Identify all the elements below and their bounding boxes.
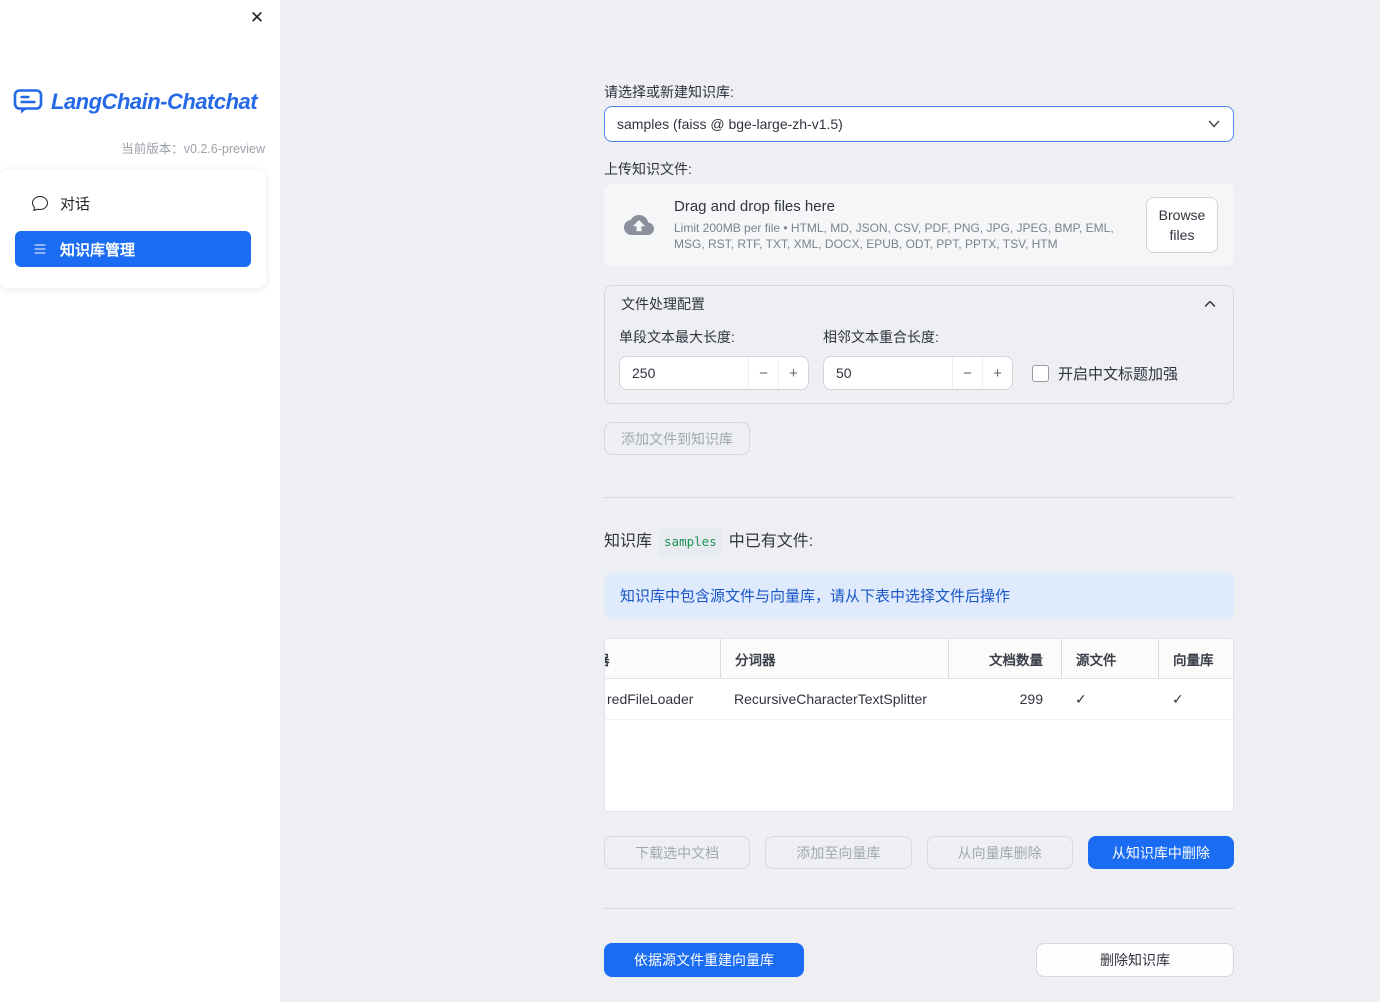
- main-content: 请选择或新建知识库: samples (faiss @ bge-large-zh…: [280, 0, 1380, 1002]
- uploader-limit-text: Limit 200MB per file • HTML, MD, JSON, C…: [674, 220, 1114, 251]
- sidebar-item-label: 知识库管理: [60, 241, 136, 259]
- uploader-title: Drag and drop files here: [674, 197, 835, 215]
- zh-title-enhance-checkbox[interactable]: 开启中文标题加强: [1032, 363, 1178, 384]
- divider: [604, 497, 1234, 498]
- sidebar: ✕ LangChain-Chatchat 当前版本：v0.2.6-preview…: [0, 0, 280, 1002]
- files-heading: 知识库 samples 中已有文件:: [604, 527, 1234, 557]
- add-files-button[interactable]: 添加文件到知识库: [604, 422, 750, 455]
- expander-title: 文件处理配置: [621, 296, 705, 312]
- checkbox-label: 开启中文标题加强: [1058, 365, 1179, 383]
- table-row[interactable]: redFileLoader RecursiveCharacterTextSpli…: [605, 679, 1233, 720]
- file-uploader-dropzone[interactable]: Drag and drop files here Limit 200MB per…: [604, 184, 1234, 266]
- overlap-minus-button[interactable]: −: [952, 357, 982, 389]
- kb-selectbox[interactable]: samples (faiss @ bge-large-zh-v1.5): [604, 106, 1234, 142]
- delete-from-vector-button[interactable]: 从向量库删除: [926, 836, 1073, 869]
- expander-body: 单段文本最大长度: 相邻文本重合长度: 250 − + 50 − + 开启中文标…: [605, 327, 1233, 403]
- cell-vector-check: ✓: [1172, 690, 1184, 707]
- table-header-row: 器 分词器 文档数量 源文件 向量库: [605, 639, 1233, 679]
- chunk-plus-button[interactable]: +: [778, 357, 808, 389]
- app-logo-text: LangChain-Chatchat: [51, 88, 258, 114]
- chevron-up-icon: [1203, 298, 1217, 310]
- rebuild-vector-store-button[interactable]: 依据源文件重建向量库: [604, 943, 804, 977]
- uploader-texts: Drag and drop files here Limit 200MB per…: [674, 198, 1132, 252]
- chunk-size-label: 单段文本最大长度:: [619, 329, 735, 345]
- column-header-splitter[interactable]: 分词器: [720, 639, 948, 678]
- chunk-minus-button[interactable]: −: [748, 357, 778, 389]
- divider: [604, 908, 1234, 909]
- file-config-expander: 文件处理配置 单段文本最大长度: 相邻文本重合长度: 250 − + 50 − …: [604, 285, 1234, 404]
- chunk-size-value[interactable]: 250: [620, 357, 748, 389]
- files-table[interactable]: 器 分词器 文档数量 源文件 向量库 redFileLoader Recursi…: [604, 638, 1234, 812]
- cell-source-check: ✓: [1075, 690, 1087, 707]
- close-icon: ✕: [249, 8, 265, 27]
- expander-header[interactable]: 文件处理配置: [605, 286, 1233, 322]
- info-banner: 知识库中包含源文件与向量库，请从下表中选择文件后操作: [604, 572, 1234, 619]
- sidebar-item-label: 对话: [60, 195, 91, 213]
- kb-select-label: 请选择或新建知识库:: [604, 84, 734, 100]
- file-actions-row: 下载选中文档 添加至向量库 从向量库删除 从知识库中删除: [604, 836, 1234, 869]
- download-selected-button[interactable]: 下载选中文档: [604, 836, 751, 869]
- column-header-source-file[interactable]: 源文件: [1061, 639, 1158, 678]
- kb-actions-row: 依据源文件重建向量库 删除知识库: [604, 943, 1234, 977]
- checkbox-box[interactable]: [1032, 364, 1049, 382]
- cloud-upload-icon: [620, 210, 658, 240]
- chat-icon: [32, 195, 48, 211]
- app-logo: LangChain-Chatchat: [13, 88, 267, 115]
- column-header-vector-store[interactable]: 向量库: [1158, 639, 1233, 678]
- cell-splitter: RecursiveCharacterTextSplitter: [734, 691, 927, 707]
- sidebar-item-dialogue[interactable]: 对话: [15, 185, 251, 221]
- chat-bubble-logo-icon: [13, 88, 43, 115]
- files-heading-suffix: 中已有文件:: [728, 533, 814, 550]
- delete-from-kb-button[interactable]: 从知识库中删除: [1087, 836, 1234, 869]
- delete-kb-button[interactable]: 删除知识库: [1036, 943, 1234, 977]
- browse-files-button[interactable]: Browse files: [1146, 196, 1218, 254]
- cell-loader: redFileLoader: [607, 691, 694, 707]
- add-to-vector-button[interactable]: 添加至向量库: [765, 836, 912, 869]
- overlap-size-input[interactable]: 50 − +: [823, 356, 1013, 390]
- overlap-size-label: 相邻文本重合长度:: [823, 329, 939, 345]
- chevron-down-icon: [1207, 117, 1221, 131]
- overlap-size-value[interactable]: 50: [824, 357, 952, 389]
- overlap-plus-button[interactable]: +: [982, 357, 1012, 389]
- sidebar-menu: 对话 知识库管理: [0, 170, 266, 288]
- upload-label: 上传知识文件:: [604, 161, 692, 177]
- chunk-size-input[interactable]: 250 − +: [619, 356, 809, 390]
- version-label: 当前版本：v0.2.6-preview: [121, 142, 265, 156]
- sidebar-close-button[interactable]: ✕: [247, 8, 267, 28]
- cell-doc-count: 299: [1019, 691, 1043, 707]
- sidebar-item-kb-management[interactable]: 知识库管理: [15, 231, 251, 267]
- column-header-loader[interactable]: 器: [605, 639, 720, 678]
- kb-selectbox-value: samples (faiss @ bge-large-zh-v1.5): [617, 116, 843, 132]
- kb-name-code: samples: [659, 527, 722, 557]
- files-heading-prefix: 知识库: [604, 533, 653, 550]
- list-icon: [32, 241, 48, 257]
- column-header-doc-count[interactable]: 文档数量: [948, 639, 1061, 678]
